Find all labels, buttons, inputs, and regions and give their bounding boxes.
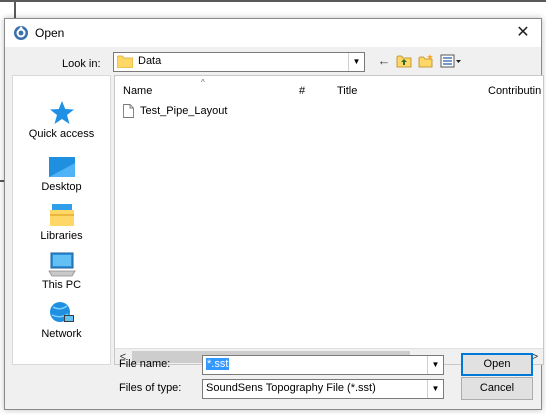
place-desktop[interactable]: Desktop (13, 155, 110, 193)
place-network[interactable]: Network (13, 300, 110, 340)
computer-icon (47, 252, 76, 277)
column-header-name[interactable]: Name ^ (123, 78, 205, 97)
place-quick-access[interactable]: Quick access (13, 100, 110, 140)
look-in-dropdown[interactable]: Data ▼ (113, 52, 365, 72)
libraries-icon (49, 204, 74, 226)
open-button[interactable]: Open (461, 353, 533, 376)
place-label: Desktop (41, 181, 82, 193)
chevron-down-icon[interactable]: ▼ (348, 53, 364, 71)
files-of-type-value: SoundSens Topography File (*.sst) (206, 382, 376, 394)
chevron-down-icon[interactable]: ▼ (427, 356, 443, 374)
sort-ascending-icon: ^ (201, 78, 205, 87)
open-file-dialog: Open ✕ Look in: Data ▼ ← Quick access De… (4, 18, 544, 410)
background-divider (14, 0, 16, 18)
place-label: Quick access (28, 128, 95, 140)
up-folder-icon[interactable] (395, 51, 413, 71)
folder-icon (116, 55, 134, 69)
column-name-label: Name (123, 85, 153, 97)
cancel-button[interactable]: Cancel (461, 377, 533, 400)
file-name-input[interactable]: *.sst ▼ (202, 355, 444, 375)
file-list: Name ^ # Title Contributin Test_Pipe_Lay… (114, 75, 544, 365)
place-label: Network (41, 328, 82, 340)
look-in-value: Data (138, 55, 162, 67)
place-label: This PC (41, 279, 82, 291)
view-menu-icon[interactable] (439, 51, 463, 71)
file-name-label: File name: (119, 358, 171, 370)
star-icon (49, 101, 74, 124)
file-name-value: *.sst (206, 358, 230, 370)
place-this-pc[interactable]: This PC (13, 251, 110, 291)
column-header-contributing[interactable]: Contributin (488, 85, 541, 97)
title-bar: Open ✕ (5, 19, 541, 47)
app-icon (13, 25, 29, 41)
place-libraries[interactable]: Libraries (13, 202, 110, 242)
column-header-title[interactable]: Title (337, 85, 357, 97)
chevron-down-icon[interactable]: ▼ (427, 380, 443, 398)
files-of-type-label: Files of type: (119, 382, 182, 394)
column-header-number[interactable]: # (299, 85, 305, 97)
file-name: Test_Pipe_Layout (140, 105, 228, 117)
places-bar: Quick access Desktop Libraries This PC N… (12, 75, 111, 365)
network-icon (49, 302, 74, 322)
new-folder-icon[interactable] (417, 51, 435, 71)
look-in-label: Look in: (62, 58, 101, 70)
desktop-icon (48, 157, 75, 177)
background-divider (0, 0, 546, 2)
files-of-type-dropdown[interactable]: SoundSens Topography File (*.sst) ▼ (202, 379, 444, 399)
document-icon (123, 104, 134, 118)
dialog-title: Open (35, 26, 65, 40)
place-label: Libraries (40, 230, 83, 242)
close-button[interactable]: ✕ (511, 22, 535, 44)
back-arrow-icon[interactable]: ← (375, 51, 393, 71)
